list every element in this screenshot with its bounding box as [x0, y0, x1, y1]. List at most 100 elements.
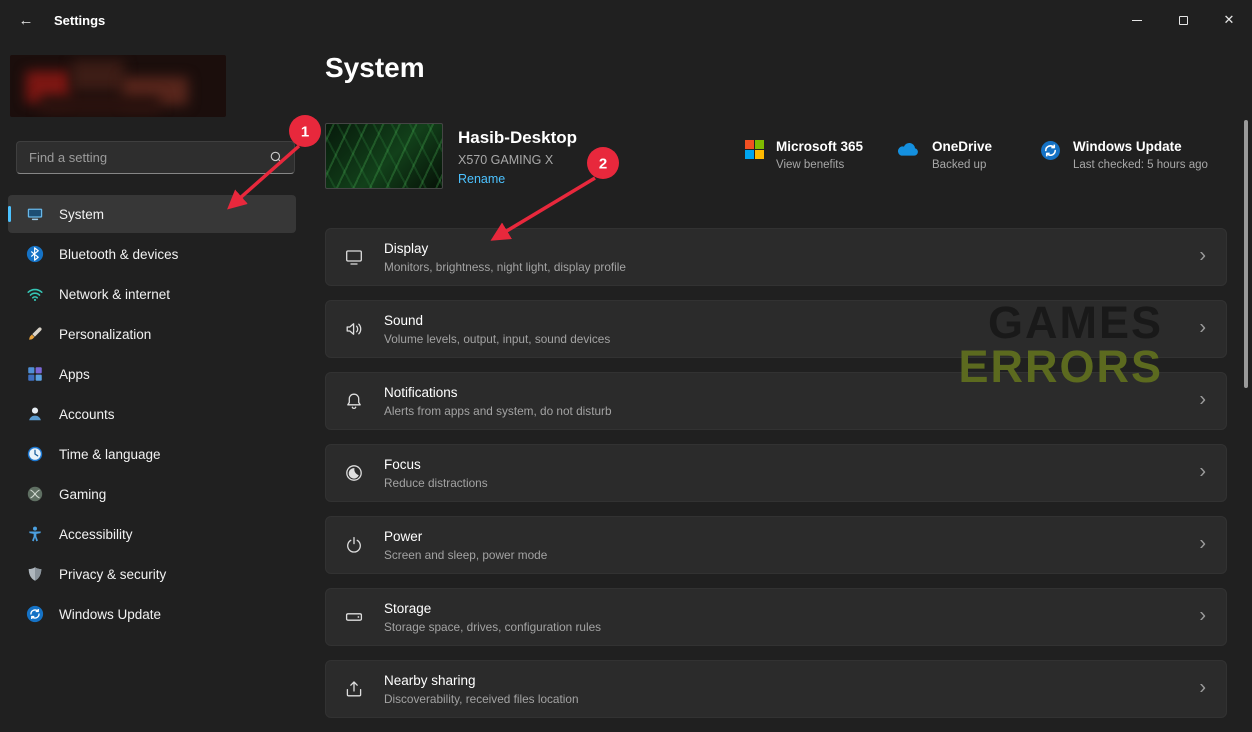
wifi-icon: [26, 285, 44, 303]
minimize-button[interactable]: [1114, 0, 1160, 40]
sidebar-item-bluetooth-devices[interactable]: Bluetooth & devices: [8, 235, 296, 273]
annotation-circle-2: [587, 147, 619, 179]
maximize-icon: [1179, 16, 1188, 25]
status-title: OneDrive: [932, 139, 992, 154]
device-model: X570 GAMING X: [458, 153, 577, 167]
windows-update-icon: [26, 605, 44, 623]
card-subtitle: Monitors, brightness, night light, displ…: [384, 260, 626, 274]
sidebar-item-system[interactable]: System: [8, 195, 296, 233]
device-thumbnail: [325, 123, 443, 189]
sidebar-item-privacy-security[interactable]: Privacy & security: [8, 555, 296, 593]
settings-card-list: Display Monitors, brightness, night ligh…: [325, 228, 1227, 732]
clock-icon: [26, 445, 44, 463]
chevron-right-icon: ›: [1199, 317, 1206, 340]
card-title: Nearby sharing: [384, 673, 579, 688]
avatar-blur-block: [40, 95, 160, 115]
device-name: Hasib-Desktop: [458, 128, 577, 148]
xbox-icon: [26, 485, 44, 503]
window-controls: ✕: [1114, 0, 1252, 40]
accessibility-icon: [26, 525, 44, 543]
nearby-sharing-icon: [344, 679, 364, 699]
titlebar: ← Settings ✕: [0, 0, 1252, 40]
settings-card-storage[interactable]: Storage Storage space, drives, configura…: [325, 588, 1227, 646]
sidebar-item-label: Bluetooth & devices: [59, 247, 178, 262]
sidebar-item-gaming[interactable]: Gaming: [8, 475, 296, 513]
sidebar-item-label: Personalization: [59, 327, 151, 342]
card-subtitle: Volume levels, output, input, sound devi…: [384, 332, 610, 346]
card-subtitle: Screen and sleep, power mode: [384, 548, 547, 562]
rename-link[interactable]: Rename: [458, 172, 505, 186]
card-subtitle: Alerts from apps and system, do not dist…: [384, 404, 612, 418]
sidebar-item-label: Gaming: [59, 487, 106, 502]
settings-card-power[interactable]: Power Screen and sleep, power mode ›: [325, 516, 1227, 574]
sidebar-item-personalization[interactable]: Personalization: [8, 315, 296, 353]
avatar[interactable]: [10, 55, 226, 117]
search-box[interactable]: [16, 141, 295, 174]
storage-drive-icon: [344, 607, 364, 627]
sidebar-item-label: Apps: [59, 367, 90, 382]
sidebar-nav: System Bluetooth & devices Network & int…: [8, 195, 296, 635]
settings-card-focus[interactable]: Focus Reduce distractions ›: [325, 444, 1227, 502]
settings-card-display[interactable]: Display Monitors, brightness, night ligh…: [325, 228, 1227, 286]
shield-icon: [26, 565, 44, 583]
card-title: Storage: [384, 601, 601, 616]
system-icon: [26, 205, 44, 223]
speaker-icon: [344, 319, 364, 339]
card-title: Power: [384, 529, 547, 544]
card-subtitle: Reduce distractions: [384, 476, 488, 490]
chevron-right-icon: ›: [1199, 461, 1206, 484]
status-windows-update[interactable]: Windows Update Last checked: 5 hours ago: [1040, 139, 1208, 171]
status-subtitle: Last checked: 5 hours ago: [1073, 159, 1208, 171]
settings-card-nearby-sharing[interactable]: Nearby sharing Discoverability, received…: [325, 660, 1227, 718]
sidebar-item-network-internet[interactable]: Network & internet: [8, 275, 296, 313]
brush-icon: [26, 325, 44, 343]
card-title: Notifications: [384, 385, 612, 400]
sidebar-item-windows-update[interactable]: Windows Update: [8, 595, 296, 633]
apps-grid-icon: [26, 365, 44, 383]
device-info: Hasib-Desktop X570 GAMING X Rename: [458, 128, 577, 188]
power-icon: [344, 535, 364, 555]
chevron-right-icon: ›: [1199, 533, 1206, 556]
close-button[interactable]: ✕: [1206, 0, 1252, 40]
card-subtitle: Storage space, drives, configuration rul…: [384, 620, 601, 634]
card-title: Focus: [384, 457, 488, 472]
back-button[interactable]: ←: [10, 4, 42, 36]
chevron-right-icon: ›: [1199, 677, 1206, 700]
onedrive-icon: [895, 140, 920, 157]
search-icon: [269, 150, 284, 165]
card-title: Display: [384, 241, 626, 256]
settings-card-notifications[interactable]: Notifications Alerts from apps and syste…: [325, 372, 1227, 430]
sidebar-item-label: Accounts: [59, 407, 115, 422]
page-title: System: [325, 52, 425, 84]
focus-moon-icon: [344, 463, 364, 483]
avatar-blur-block: [72, 61, 124, 91]
sidebar-item-time-language[interactable]: Time & language: [8, 435, 296, 473]
sidebar-item-accessibility[interactable]: Accessibility: [8, 515, 296, 553]
scrollbar-thumb[interactable]: [1244, 120, 1248, 388]
display-icon: [344, 247, 364, 267]
sidebar-item-label: Accessibility: [59, 527, 133, 542]
sidebar: System Bluetooth & devices Network & int…: [0, 40, 325, 711]
microsoft-365-icon: [745, 140, 764, 159]
status-title: Microsoft 365: [776, 139, 863, 154]
minimize-icon: [1132, 20, 1142, 21]
status-title: Windows Update: [1073, 139, 1208, 154]
sidebar-item-label: System: [59, 207, 104, 222]
sidebar-item-label: Network & internet: [59, 287, 170, 302]
status-onedrive[interactable]: OneDrive Backed up: [895, 139, 992, 171]
status-subtitle: Backed up: [932, 159, 992, 171]
status-microsoft-365[interactable]: Microsoft 365 View benefits: [745, 139, 863, 171]
chevron-right-icon: ›: [1199, 389, 1206, 412]
bluetooth-icon: [26, 245, 44, 263]
app-title: Settings: [54, 13, 105, 28]
person-icon: [26, 405, 44, 423]
sidebar-item-accounts[interactable]: Accounts: [8, 395, 296, 433]
search-input[interactable]: [17, 150, 269, 165]
sidebar-item-label: Windows Update: [59, 607, 161, 622]
chevron-right-icon: ›: [1199, 245, 1206, 268]
maximize-button[interactable]: [1160, 0, 1206, 40]
sidebar-item-apps[interactable]: Apps: [8, 355, 296, 393]
sidebar-item-label: Time & language: [59, 447, 161, 462]
windows-update-icon: [1040, 140, 1061, 161]
settings-card-sound[interactable]: Sound Volume levels, output, input, soun…: [325, 300, 1227, 358]
